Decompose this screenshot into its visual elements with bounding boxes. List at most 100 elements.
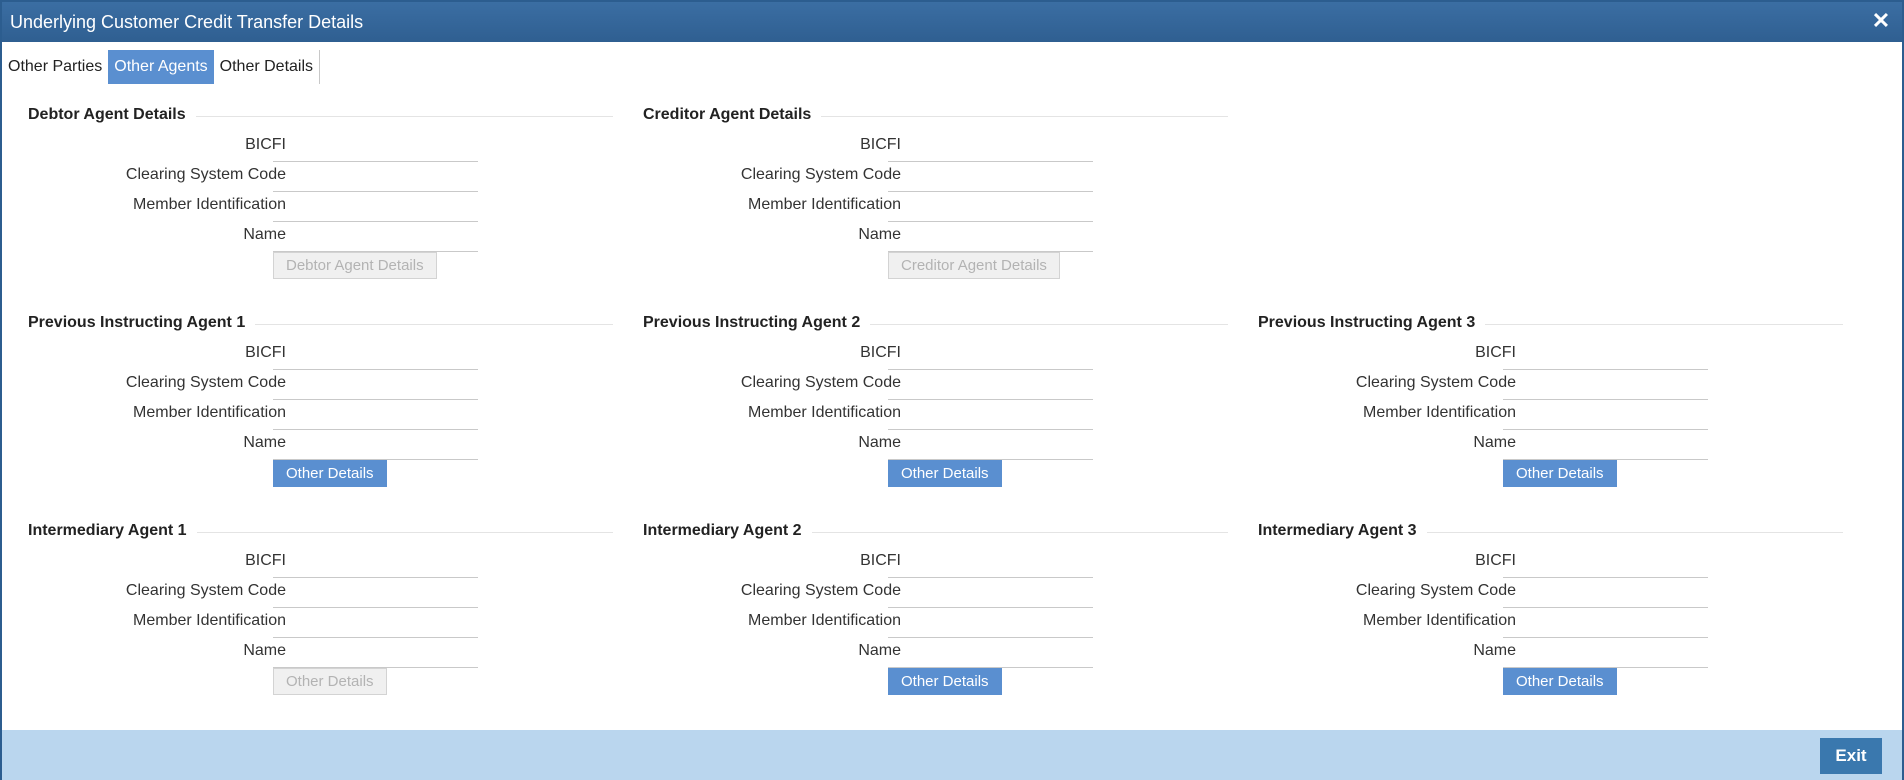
form-row: Member Identification xyxy=(643,400,1123,430)
section-debtor-agent: Debtor Agent Details BICFI Clearing System… xyxy=(28,106,618,306)
form-row: BICFI xyxy=(28,132,508,162)
section-title: Previous Instructing Agent 2 xyxy=(643,314,871,332)
debtor-agent-details-button: Debtor Agent Details xyxy=(273,252,437,279)
other-details-button[interactable]: Other Details xyxy=(888,668,1002,695)
other-details-button[interactable]: Other Details xyxy=(273,460,387,487)
member-identification-label: Member Identification xyxy=(1363,612,1516,629)
clearing-system-code-label: Clearing System Code xyxy=(125,166,286,183)
form-row: Name xyxy=(1258,638,1738,668)
name-field[interactable] xyxy=(888,222,1093,252)
window-title: Underlying Customer Credit Transfer Deta… xyxy=(10,12,364,32)
form-row: BICFI xyxy=(1258,548,1738,578)
form-row: Clearing System Code xyxy=(28,370,508,400)
clearing-system-code-field[interactable] xyxy=(888,370,1093,400)
name-field[interactable] xyxy=(1503,638,1708,668)
form-row: Name xyxy=(643,638,1123,668)
section-previous-instructing-agent-3: Previous Instructing Agent 3 BICFI Clearin… xyxy=(1258,314,1848,514)
bicfi-field[interactable] xyxy=(888,548,1093,578)
other-details-button: Other Details xyxy=(273,668,387,695)
member-identification-label: Member Identification xyxy=(133,196,286,213)
form-row: Member Identification xyxy=(28,400,508,430)
member-identification-field[interactable] xyxy=(273,400,478,430)
member-identification-field[interactable] xyxy=(1503,400,1708,430)
form-row: Name xyxy=(28,638,508,668)
other-details-button[interactable]: Other Details xyxy=(888,460,1002,487)
creditor-agent-details-button: Creditor Agent Details xyxy=(888,252,1060,279)
clearing-system-code-field[interactable] xyxy=(888,578,1093,608)
name-field[interactable] xyxy=(888,430,1093,460)
member-identification-field[interactable] xyxy=(888,192,1093,222)
form-row: Member Identification xyxy=(1258,400,1738,430)
form-row: BICFI xyxy=(643,340,1123,370)
tab-bar: Other Parties Other Agents Other Details xyxy=(2,50,321,84)
member-identification-field[interactable] xyxy=(273,608,478,638)
form-row: Name xyxy=(643,430,1123,460)
form-row: Member Identification xyxy=(28,608,508,638)
other-details-button[interactable]: Other Details xyxy=(1503,668,1617,695)
exit-button[interactable]: Exit xyxy=(1820,738,1882,774)
clearing-system-code-field[interactable] xyxy=(1503,578,1708,608)
member-identification-label: Member Identification xyxy=(133,404,286,421)
name-field[interactable] xyxy=(273,430,478,460)
form-row: Clearing System Code xyxy=(1258,578,1738,608)
form-row: BICFI xyxy=(1258,340,1738,370)
dialog-window: Underlying Customer Credit Transfer Deta… xyxy=(0,0,1904,780)
member-identification-field[interactable] xyxy=(888,608,1093,638)
bicfi-field[interactable] xyxy=(1503,340,1708,370)
form-row: Clearing System Code xyxy=(28,162,508,192)
tab-other-parties[interactable]: Other Parties xyxy=(2,50,108,84)
form-row: Member Identification xyxy=(643,608,1123,638)
other-details-button[interactable]: Other Details xyxy=(1503,460,1617,487)
name-field[interactable] xyxy=(888,638,1093,668)
member-identification-label: Member Identification xyxy=(748,404,901,421)
close-icon[interactable]: ✕ xyxy=(1868,8,1894,34)
name-field[interactable] xyxy=(273,222,478,252)
clearing-system-code-field[interactable] xyxy=(273,370,478,400)
section-intermediary-agent-1: Intermediary Agent 1 BICFI Clearing System… xyxy=(28,522,618,722)
section-creditor-agent: Creditor Agent Details BICFI Clearing Syst… xyxy=(643,106,1233,306)
form-row: Clearing System Code xyxy=(1258,370,1738,400)
clearing-system-code-label: Clearing System Code xyxy=(740,166,901,183)
member-identification-field[interactable] xyxy=(888,400,1093,430)
form-row: Clearing System Code xyxy=(643,578,1123,608)
bicfi-field[interactable] xyxy=(273,548,478,578)
clearing-system-code-label: Clearing System Code xyxy=(125,582,286,599)
member-identification-field[interactable] xyxy=(273,192,478,222)
title-bar: Underlying Customer Credit Transfer Deta… xyxy=(2,2,1902,42)
bicfi-field[interactable] xyxy=(1503,548,1708,578)
clearing-system-code-label: Clearing System Code xyxy=(1355,374,1516,391)
clearing-system-code-label: Clearing System Code xyxy=(740,582,901,599)
bicfi-field[interactable] xyxy=(273,340,478,370)
member-identification-label: Member Identification xyxy=(748,196,901,213)
clearing-system-code-field[interactable] xyxy=(273,162,478,192)
tab-other-details[interactable]: Other Details xyxy=(214,50,321,84)
section-intermediary-agent-3: Intermediary Agent 3 BICFI Clearing System… xyxy=(1258,522,1848,722)
section-intermediary-agent-2: Intermediary Agent 2 BICFI Clearing System… xyxy=(643,522,1233,722)
name-field[interactable] xyxy=(1503,430,1708,460)
member-identification-field[interactable] xyxy=(1503,608,1708,638)
form-row: Member Identification xyxy=(643,192,1123,222)
form-row: Name xyxy=(28,222,508,252)
bicfi-field[interactable] xyxy=(273,132,478,162)
clearing-system-code-field[interactable] xyxy=(888,162,1093,192)
tab-other-agents[interactable]: Other Agents xyxy=(108,50,214,84)
form-row: BICFI xyxy=(643,548,1123,578)
form-row: Member Identification xyxy=(28,192,508,222)
bicfi-field[interactable] xyxy=(888,340,1093,370)
section-title: Previous Instructing Agent 3 xyxy=(1258,314,1486,332)
form-row: Member Identification xyxy=(1258,608,1738,638)
form-row: BICFI xyxy=(28,548,508,578)
form-row: BICFI xyxy=(643,132,1123,162)
clearing-system-code-label: Clearing System Code xyxy=(125,374,286,391)
section-previous-instructing-agent-2: Previous Instructing Agent 2 BICFI Clearin… xyxy=(643,314,1233,514)
clearing-system-code-field[interactable] xyxy=(273,578,478,608)
form-row: Name xyxy=(643,222,1123,252)
section-title: Debtor Agent Details xyxy=(28,106,196,124)
section-title: Intermediary Agent 2 xyxy=(643,522,812,540)
form-row: Clearing System Code xyxy=(643,370,1123,400)
clearing-system-code-field[interactable] xyxy=(1503,370,1708,400)
bicfi-field[interactable] xyxy=(888,132,1093,162)
form-row: BICFI xyxy=(28,340,508,370)
name-field[interactable] xyxy=(273,638,478,668)
form-row: Clearing System Code xyxy=(28,578,508,608)
